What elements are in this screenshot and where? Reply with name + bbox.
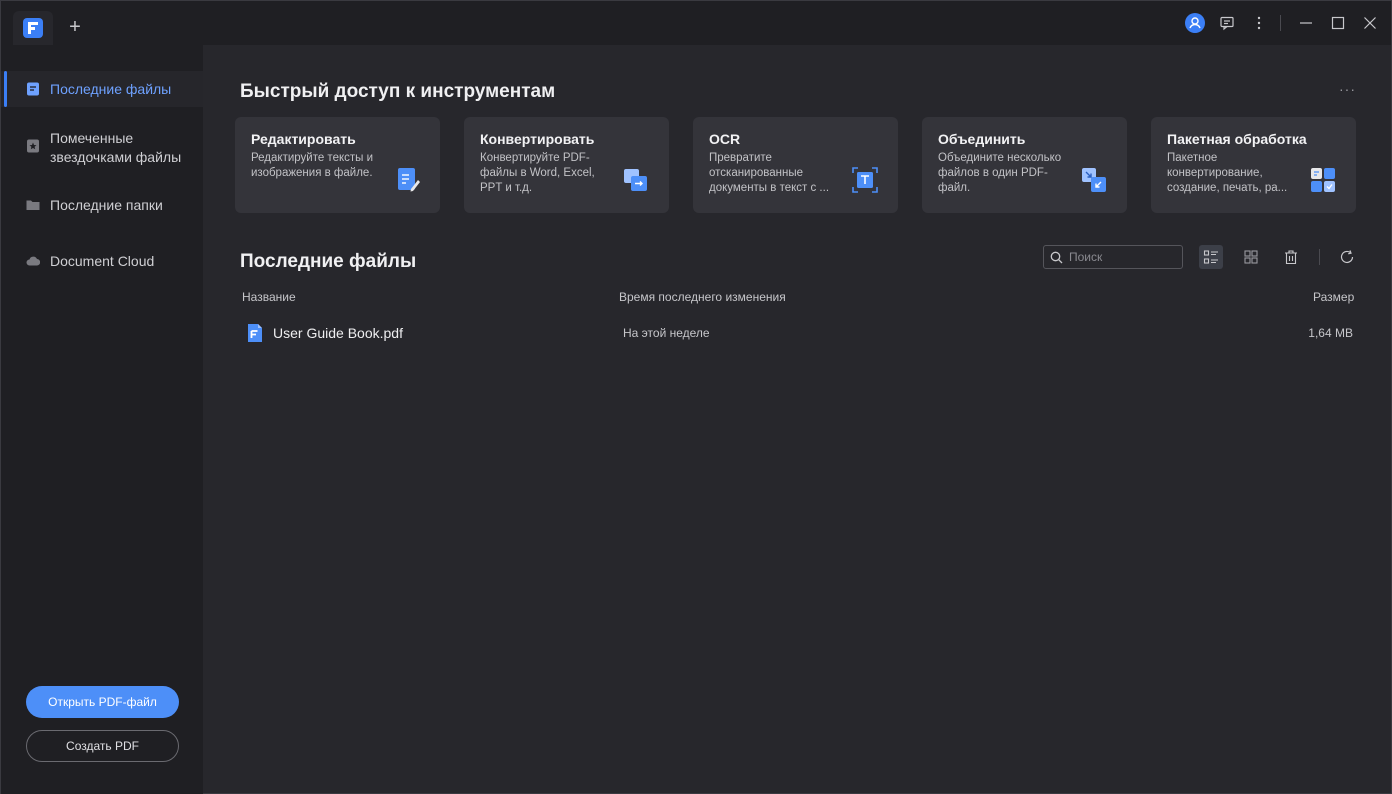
- sidebar-item-recent-folders[interactable]: Последние папки: [1, 196, 203, 218]
- file-name: User Guide Book.pdf: [273, 325, 403, 341]
- column-header-name[interactable]: Название: [242, 290, 296, 304]
- batch-icon: [1311, 168, 1335, 192]
- sidebar-item-label: Последние папки: [50, 197, 163, 213]
- trash-icon: [1285, 250, 1297, 265]
- combine-icon: [1082, 168, 1106, 192]
- column-header-modified[interactable]: Время последнего изменения: [619, 290, 786, 304]
- tool-card-convert[interactable]: Конвертировать Конвертируйте PDF-файлы в…: [464, 117, 669, 213]
- convert-icon: [624, 169, 647, 191]
- sidebar-item-label: Document Cloud: [50, 253, 155, 269]
- sidebar-item-label: Помеченные звездочками файлы: [50, 130, 182, 165]
- card-description: Редактируйте тексты и изображения в файл…: [251, 152, 374, 179]
- folder-icon: [26, 200, 40, 210]
- sidebar-item-starred-files[interactable]: Помеченные звездочками файлы: [1, 129, 203, 169]
- card-description: Превратите отсканированные документы в т…: [709, 152, 830, 194]
- open-pdf-button[interactable]: Открыть PDF-файл: [26, 686, 179, 718]
- recent-file-icon: [27, 82, 39, 96]
- titlebar-divider: [1280, 15, 1281, 31]
- minimize-icon[interactable]: [1295, 12, 1317, 34]
- card-title: Конвертировать: [480, 131, 595, 147]
- pdf-file-icon: [248, 324, 262, 342]
- recent-files-title: Последние файлы: [240, 251, 417, 272]
- edit-document-icon: [398, 168, 420, 192]
- table-row[interactable]: User Guide Book.pdf На этой неделе 1,64 …: [235, 316, 1359, 350]
- card-description: Конвертируйте PDF-файлы в Word, Excel, P…: [480, 152, 595, 194]
- tool-card-combine[interactable]: Объединить Объедините несколько файлов в…: [922, 117, 1127, 213]
- clear-list-button[interactable]: [1279, 245, 1303, 269]
- quick-access-title: Быстрый доступ к инструментам: [240, 81, 556, 102]
- search-input[interactable]: [1069, 250, 1169, 264]
- ocr-icon: [852, 167, 878, 193]
- tool-card-ocr[interactable]: OCR Превратите отсканированные документы…: [693, 117, 898, 213]
- feedback-icon[interactable]: [1216, 12, 1238, 34]
- tool-card-batch[interactable]: Пакетная обработка Пакетное конвертирова…: [1151, 117, 1356, 213]
- refresh-icon: [1340, 250, 1354, 263]
- file-modified: На этой неделе: [623, 326, 710, 340]
- app-logo-icon: [23, 18, 43, 38]
- card-description: Объедините несколько файлов в один PDF-ф…: [938, 152, 1062, 194]
- toolbar-divider: [1319, 249, 1320, 265]
- user-avatar-icon[interactable]: [1184, 12, 1206, 34]
- search-icon: [1050, 251, 1063, 263]
- create-pdf-button[interactable]: Создать PDF: [26, 730, 179, 762]
- card-title: Редактировать: [251, 131, 356, 147]
- card-title: Пакетная обработка: [1167, 131, 1307, 147]
- close-icon[interactable]: [1359, 12, 1381, 34]
- tool-card-edit[interactable]: Редактировать Редактируйте тексты и изоб…: [235, 117, 440, 213]
- cloud-icon: [26, 256, 40, 266]
- more-options-button[interactable]: ···: [1339, 81, 1356, 97]
- home-tab[interactable]: [13, 11, 53, 45]
- sidebar-item-label: Последние файлы: [50, 81, 172, 97]
- sidebar: Последние файлы Помеченные звездочками ф…: [1, 45, 203, 794]
- sidebar-item-document-cloud[interactable]: Document Cloud: [1, 252, 203, 274]
- active-indicator: [4, 71, 7, 107]
- file-size: 1,64 MB: [1308, 326, 1353, 340]
- grid-view-icon: [1244, 250, 1258, 264]
- maximize-icon[interactable]: [1327, 12, 1349, 34]
- card-title: Объединить: [938, 131, 1026, 147]
- starred-icon: [27, 139, 39, 153]
- list-view-button[interactable]: [1199, 245, 1223, 269]
- sidebar-item-recent-files[interactable]: Последние файлы: [1, 71, 203, 107]
- card-title: OCR: [709, 131, 741, 147]
- new-tab-button[interactable]: +: [63, 15, 87, 39]
- list-view-icon: [1203, 250, 1218, 264]
- more-vertical-icon[interactable]: [1248, 12, 1270, 34]
- search-box[interactable]: [1043, 245, 1183, 269]
- app-window: + Последние файлы Помеченные звездочками…: [0, 0, 1392, 794]
- column-header-size[interactable]: Размер: [1313, 290, 1354, 304]
- grid-view-button[interactable]: [1239, 245, 1263, 269]
- refresh-button[interactable]: [1335, 245, 1359, 269]
- card-description: Пакетное конвертирование, создание, печа…: [1167, 152, 1288, 194]
- title-bar: +: [1, 1, 1391, 45]
